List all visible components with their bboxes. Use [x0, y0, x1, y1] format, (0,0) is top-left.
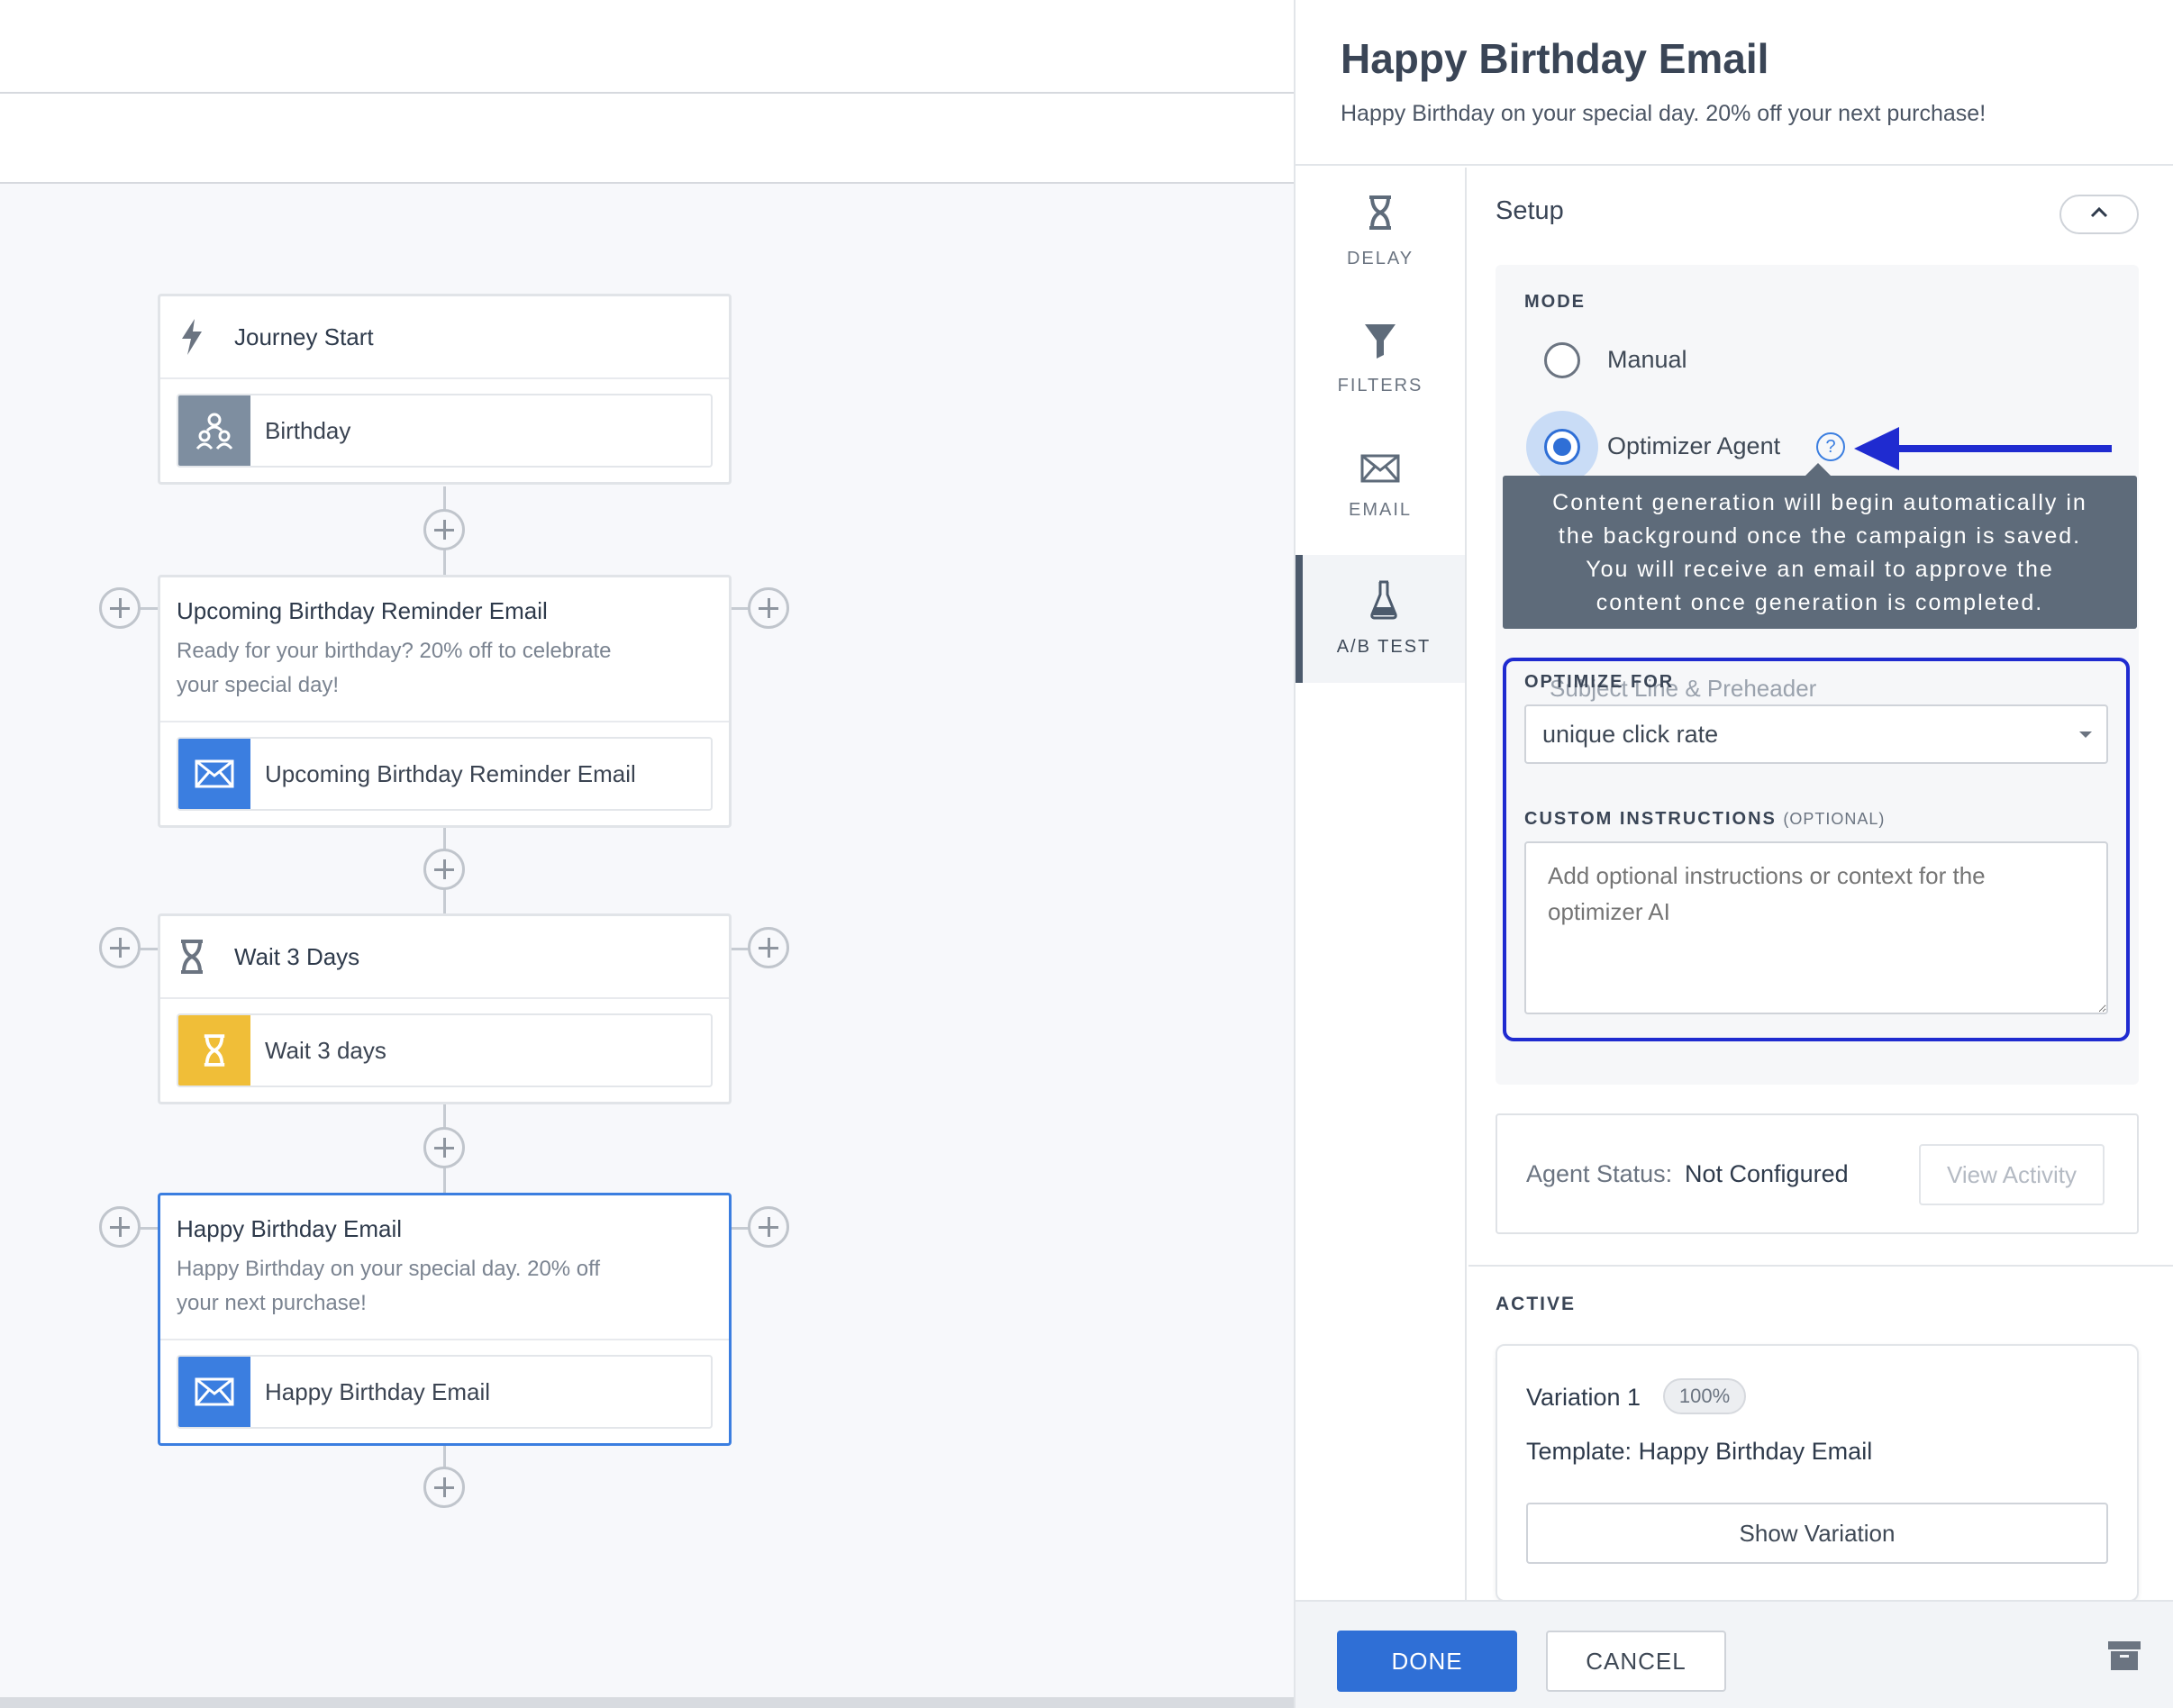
mode-option-label: Optimizer Agent	[1607, 432, 1781, 459]
top-header-bar	[0, 0, 1294, 94]
email-item-label: Upcoming Birthday Reminder Email	[265, 759, 636, 787]
birthday-email-node[interactable]: Happy Birthday Email Happy Birthday on y…	[158, 1193, 732, 1446]
add-branch-right-button[interactable]	[748, 587, 789, 629]
add-step-button[interactable]	[423, 849, 465, 890]
horizontal-scrollbar[interactable]	[0, 1697, 1294, 1708]
trigger-label: Birthday	[265, 416, 351, 444]
hourglass-icon	[177, 939, 207, 975]
node-title: Journey Start	[234, 323, 374, 350]
variation-percent-badge: 100%	[1663, 1378, 1746, 1414]
nav-filters[interactable]: FILTERS	[1296, 295, 1465, 423]
panel-title: Happy Birthday Email	[1341, 35, 1769, 82]
envelope-icon	[178, 739, 250, 809]
active-section-label: ACTIVE	[1496, 1294, 1577, 1314]
wait-node[interactable]: Wait 3 Days Wait 3 days	[158, 913, 732, 1104]
mode-optimizer-radio[interactable]	[1544, 429, 1580, 465]
add-branch-left-button[interactable]	[99, 927, 141, 968]
annotation-arrow-left-icon	[1854, 427, 2112, 470]
envelope-icon	[1359, 454, 1401, 487]
email-item-label: Happy Birthday Email	[265, 1377, 490, 1405]
envelope-icon	[178, 1357, 250, 1427]
connector	[141, 1227, 159, 1230]
help-icon[interactable]: ?	[1816, 432, 1845, 461]
view-activity-button[interactable]: View Activity	[1919, 1144, 2105, 1205]
panel-footer: DONE CANCEL	[1296, 1600, 2173, 1708]
email-item[interactable]: Upcoming Birthday Reminder Email	[177, 737, 713, 811]
hourglass-icon	[178, 1015, 250, 1086]
variation-template: Template: Happy Birthday Email	[1526, 1438, 1873, 1465]
add-branch-right-button[interactable]	[748, 927, 789, 968]
panel-subtitle: Happy Birthday on your special day. 20% …	[1341, 101, 1987, 126]
annotation-highlight-box	[1503, 658, 2130, 1041]
add-branch-right-button[interactable]	[748, 1206, 789, 1248]
node-title: Happy Birthday Email	[177, 1215, 402, 1242]
mode-option-label: Manual	[1607, 346, 1687, 373]
toolbar-bar	[0, 94, 1294, 184]
funnel-icon	[1363, 323, 1397, 363]
agent-status-label: Agent Status:	[1526, 1160, 1673, 1187]
connector	[141, 607, 159, 610]
delay-item[interactable]: Wait 3 days	[177, 1013, 713, 1087]
segment-icon	[178, 395, 250, 466]
node-description: your next purchase!	[177, 1291, 367, 1315]
journey-start-node[interactable]: Journey Start Birthday	[158, 294, 732, 485]
panel-header: Happy Birthday Email Happy Birthday on y…	[1296, 0, 2173, 166]
nav-delay[interactable]: DELAY	[1296, 168, 1465, 295]
panel-side-nav: DELAY FILTERS EMAIL A/B TEST	[1296, 168, 1467, 1600]
connector	[732, 1227, 750, 1230]
connector	[141, 948, 159, 950]
agent-status-box: Agent Status: Not Configured View Activi…	[1496, 1113, 2139, 1234]
trigger-item[interactable]: Birthday	[177, 394, 713, 468]
hourglass-icon	[1367, 194, 1394, 236]
agent-status-value: Not Configured	[1685, 1160, 1849, 1187]
add-branch-left-button[interactable]	[99, 587, 141, 629]
email-item[interactable]: Happy Birthday Email	[177, 1355, 713, 1429]
optimizer-tooltip: Content generation will begin automatica…	[1503, 476, 2137, 629]
divider	[1468, 1265, 2173, 1267]
variation-card: Variation 1 100% Template: Happy Birthda…	[1496, 1344, 2139, 1600]
flask-icon	[1369, 580, 1398, 624]
add-step-button[interactable]	[423, 1127, 465, 1168]
connector	[732, 948, 750, 950]
node-description: Happy Birthday on your special day. 20% …	[177, 1257, 601, 1281]
collapse-button[interactable]	[2059, 195, 2139, 234]
nav-label: EMAIL	[1348, 500, 1413, 520]
variation-name: Variation 1	[1526, 1384, 1641, 1411]
mode-label: MODE	[1524, 292, 1586, 312]
nav-ab-test[interactable]: A/B TEST	[1296, 555, 1465, 683]
nav-label: A/B TEST	[1336, 637, 1432, 657]
add-branch-left-button[interactable]	[99, 1206, 141, 1248]
archive-icon[interactable]	[2106, 1640, 2142, 1676]
node-description: Ready for your birthday? 20% off to cele…	[177, 639, 612, 663]
show-variation-button[interactable]: Show Variation	[1526, 1503, 2108, 1564]
delay-item-label: Wait 3 days	[265, 1036, 386, 1064]
reminder-email-node[interactable]: Upcoming Birthday Reminder Email Ready f…	[158, 575, 732, 828]
node-title: Upcoming Birthday Reminder Email	[177, 597, 548, 624]
lightning-icon	[177, 319, 207, 355]
done-button[interactable]: DONE	[1337, 1631, 1517, 1692]
nav-label: DELAY	[1346, 249, 1414, 268]
tooltip-arrow	[1805, 463, 1831, 476]
chevron-up-icon	[2090, 206, 2108, 223]
add-step-button[interactable]	[423, 509, 465, 550]
node-title: Wait 3 Days	[234, 942, 360, 970]
nav-email[interactable]: EMAIL	[1296, 423, 1465, 551]
connector	[732, 607, 750, 610]
mode-manual-radio[interactable]	[1544, 342, 1580, 378]
node-description: your special day!	[177, 673, 340, 697]
cancel-button[interactable]: CANCEL	[1546, 1631, 1726, 1692]
setup-title: Setup	[1496, 196, 1564, 225]
nav-label: FILTERS	[1337, 376, 1423, 395]
add-step-button[interactable]	[423, 1467, 465, 1508]
